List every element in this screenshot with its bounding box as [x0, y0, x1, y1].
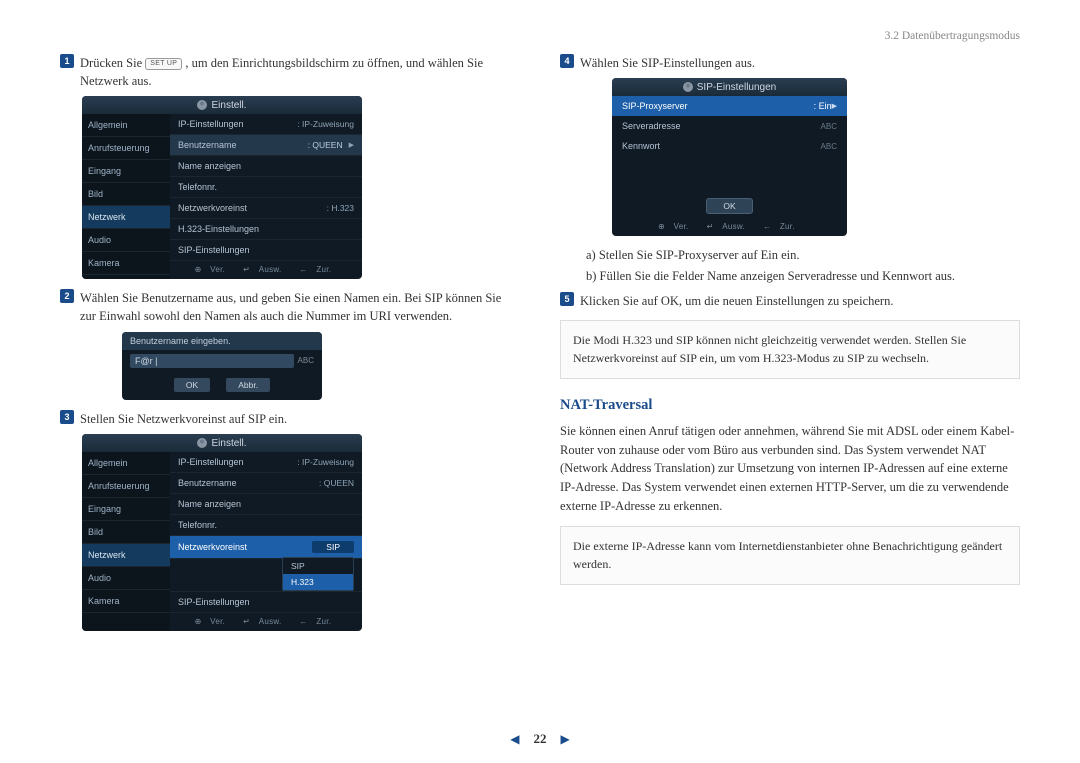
step-2: 2 Wählen Sie Benutzername aus, und geben…: [60, 289, 520, 325]
ui-row-label: SIP-Einstellungen: [178, 597, 354, 607]
ui-side-item: Kamera: [82, 590, 170, 613]
note-h323-sip: Die Modi H.323 und SIP können nicht glei…: [560, 320, 1020, 379]
ui-side-item: Kamera: [82, 252, 170, 275]
ui-row-label: IP-Einstellungen: [178, 119, 297, 129]
ui-side-item: Bild: [82, 183, 170, 206]
net-preset-dropdown: SIP H.323: [282, 557, 354, 591]
input-mode-hint: ABC: [821, 122, 837, 131]
sip-dialog-title: SIP-Einstellungen: [612, 78, 847, 96]
ui-side-item: Anrufsteuerung: [82, 137, 170, 160]
step-3: 3 Stellen Sie Netzwerkvoreinst auf SIP e…: [60, 410, 520, 428]
ui-row-val: : IP-Zuweisung: [297, 119, 354, 129]
ui-side-item: Allgemein: [82, 114, 170, 137]
step-5: 5 Klicken Sie auf OK, um die neuen Einst…: [560, 292, 1020, 310]
ok-button: OK: [174, 378, 210, 392]
ui-row-label: Netzwerkvoreinst: [178, 203, 327, 213]
ui-side-item: Audio: [82, 229, 170, 252]
ui-row-label: IP-Einstellungen: [178, 457, 297, 467]
ui-side-item: Eingang: [82, 498, 170, 521]
step-4: 4 Wählen Sie SIP-Einstellungen aus.: [560, 54, 1020, 72]
step-badge-5: 5: [560, 292, 574, 306]
step-badge-4: 4: [560, 54, 574, 68]
ui-side-item: Bild: [82, 521, 170, 544]
step3-text: Stellen Sie Netzwerkvoreinst auf SIP ein…: [80, 410, 520, 428]
screenshot-3: Einstell. Allgemein Anrufsteuerung Einga…: [82, 434, 362, 631]
ui-side-item: Anrufsteuerung: [82, 475, 170, 498]
step-1: 1 Drücken Sie SET UP , um den Einrichtun…: [60, 54, 520, 90]
nat-heading: NAT-Traversal: [560, 397, 1020, 414]
ui-row-label: H.323-Einstellungen: [178, 224, 354, 234]
ui-side-item: Allgemein: [82, 452, 170, 475]
ui-row-val: : QUEEN: [308, 140, 343, 150]
step4-sublist: a) Stellen Sie SIP-Proxyserver auf Ein e…: [586, 246, 1020, 286]
ui-row-val: : QUEEN: [319, 478, 354, 488]
ui-row-label: Netzwerkvoreinst: [178, 542, 312, 552]
prev-page-icon[interactable]: ◀: [510, 732, 519, 747]
step4-text: Wählen Sie SIP-Einstellungen aus.: [580, 54, 1020, 72]
sip-server-label: Serveradresse: [622, 121, 821, 131]
next-page-icon[interactable]: ▶: [561, 732, 570, 747]
ui-row-val-selected: SIP: [312, 541, 354, 553]
step1-text-a: Drücken Sie: [80, 56, 145, 70]
setup-key-icon: SET UP: [145, 58, 182, 70]
ui-side-item-selected: Netzwerk: [82, 544, 170, 567]
step2-text: Wählen Sie Benutzername aus, und geben S…: [80, 289, 520, 325]
ui-row-label: Name anzeigen: [178, 499, 354, 509]
ui-title: Einstell.: [82, 434, 362, 452]
pager: ◀ 22 ▶: [0, 731, 1080, 747]
dropdown-option-selected: H.323: [283, 574, 353, 590]
input-mode-hint: ABC: [298, 356, 314, 365]
ui-row-label: SIP-Einstellungen: [178, 245, 354, 255]
ui-side-item: Eingang: [82, 160, 170, 183]
dropdown-option: SIP: [283, 558, 353, 574]
sip-pass-label: Kennwort: [622, 141, 821, 151]
ui-row-val: : IP-Zuweisung: [297, 457, 354, 467]
ui-row-label: Benutzername: [178, 478, 319, 488]
dialog-title: Benutzername eingeben.: [122, 332, 322, 350]
ui-footer: ⊕ Ver.↵ Ausw.← Zur.: [170, 261, 362, 279]
screenshot-2: Benutzername eingeben. F@r | ABC OK Abbr.: [122, 332, 322, 400]
sub-a: a) Stellen Sie SIP-Proxyserver auf Ein e…: [586, 246, 1020, 265]
nat-paragraph: Sie können einen Anruf tätigen oder anne…: [560, 422, 1020, 516]
screenshot-1: Einstell. Allgemein Anrufsteuerung Einga…: [82, 96, 362, 279]
page-number: 22: [534, 731, 547, 747]
username-input: F@r |: [130, 354, 294, 368]
ui-row-label: Name anzeigen: [178, 161, 354, 171]
sub-b: b) Füllen Sie die Felder Name anzeigen S…: [586, 267, 1020, 286]
step5-text: Klicken Sie auf OK, um die neuen Einstel…: [580, 292, 1020, 310]
ui-row-label: Telefonnr.: [178, 520, 354, 530]
ui-row-val: : H.323: [327, 203, 354, 213]
step-badge-3: 3: [60, 410, 74, 424]
page-header: 3.2 Datenübertragungsmodus: [60, 30, 1020, 42]
sip-proxy-label: SIP-Proxyserver: [622, 101, 814, 111]
ui-title: Einstell.: [82, 96, 362, 114]
ui-side-item: Audio: [82, 567, 170, 590]
step-badge-1: 1: [60, 54, 74, 68]
input-mode-hint: ABC: [821, 142, 837, 151]
ui-side-item-selected: Netzwerk: [82, 206, 170, 229]
ok-button: OK: [706, 198, 752, 214]
ui-row-label: Telefonnr.: [178, 182, 354, 192]
step-badge-2: 2: [60, 289, 74, 303]
nat-note: Die externe IP-Adresse kann vom Internet…: [560, 526, 1020, 585]
ui-footer: ⊕ Ver.↵ Ausw.← Zur.: [170, 613, 362, 631]
ui-footer: ⊕ Ver.↵ Ausw.← Zur.: [612, 218, 847, 236]
cancel-button: Abbr.: [226, 378, 270, 392]
ui-row-label: Benutzername: [178, 140, 308, 150]
screenshot-4: SIP-Einstellungen SIP-Proxyserver: Ein S…: [612, 78, 847, 236]
sip-proxy-value: : Ein: [814, 101, 832, 111]
